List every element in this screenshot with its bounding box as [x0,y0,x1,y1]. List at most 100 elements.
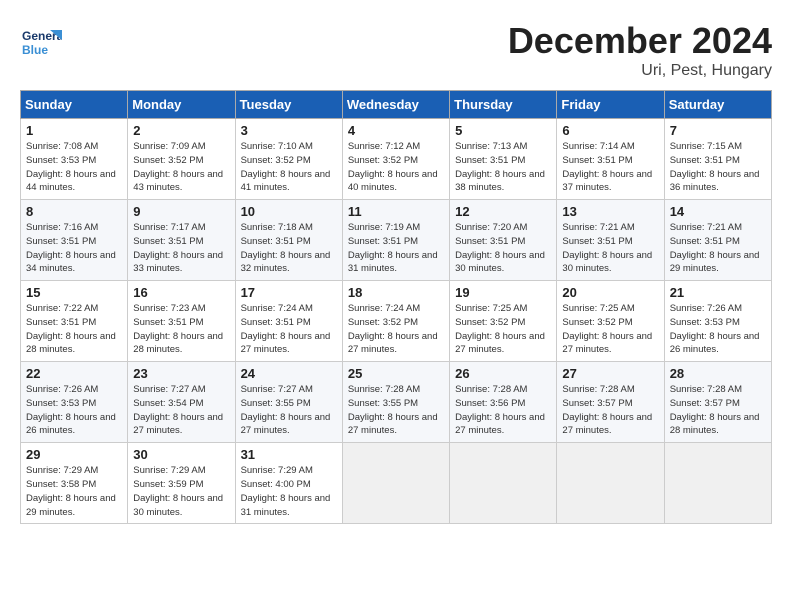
day-number: 29 [26,447,122,462]
day-number: 5 [455,123,551,138]
day-number: 12 [455,204,551,219]
calendar-cell: 25 Sunrise: 7:28 AM Sunset: 3:55 PM Dayli… [342,362,449,443]
day-number: 9 [133,204,229,219]
day-info: Sunrise: 7:14 AM Sunset: 3:51 PM Dayligh… [562,140,658,195]
day-info: Sunrise: 7:28 AM Sunset: 3:57 PM Dayligh… [562,383,658,438]
weekday-header-tuesday: Tuesday [235,91,342,119]
day-number: 13 [562,204,658,219]
day-number: 15 [26,285,122,300]
day-info: Sunrise: 7:26 AM Sunset: 3:53 PM Dayligh… [670,302,766,357]
day-info: Sunrise: 7:23 AM Sunset: 3:51 PM Dayligh… [133,302,229,357]
day-info: Sunrise: 7:13 AM Sunset: 3:51 PM Dayligh… [455,140,551,195]
calendar-cell: 20Sunrise: 7:25 AM Sunset: 3:52 PM Dayli… [557,281,664,362]
calendar-cell [342,443,449,524]
calendar-cell: 14 Sunrise: 7:21 AM Sunset: 3:51 PM Dayli… [664,200,771,281]
calendar-cell: 21 Sunrise: 7:26 AM Sunset: 3:53 PM Dayli… [664,281,771,362]
day-number: 6 [562,123,658,138]
calendar-week-2: 8 Sunrise: 7:16 AM Sunset: 3:51 PM Daylig… [21,200,772,281]
day-info: Sunrise: 7:24 AM Sunset: 3:52 PM Dayligh… [348,302,444,357]
day-number: 25 [348,366,444,381]
day-info: Sunrise: 7:28 AM Sunset: 3:55 PM Dayligh… [348,383,444,438]
weekday-header-saturday: Saturday [664,91,771,119]
day-info: Sunrise: 7:26 AM Sunset: 3:53 PM Dayligh… [26,383,122,438]
day-number: 10 [241,204,337,219]
calendar-cell: 6 Sunrise: 7:14 AM Sunset: 3:51 PM Daylig… [557,119,664,200]
day-number: 28 [670,366,766,381]
calendar-table: SundayMondayTuesdayWednesdayThursdayFrid… [20,90,772,524]
day-number: 1 [26,123,122,138]
day-number: 26 [455,366,551,381]
logo-icon: General Blue [20,20,60,60]
day-info: Sunrise: 7:08 AM Sunset: 3:53 PM Dayligh… [26,140,122,195]
day-info: Sunrise: 7:20 AM Sunset: 3:51 PM Dayligh… [455,221,551,276]
day-info: Sunrise: 7:25 AM Sunset: 3:52 PM Dayligh… [455,302,551,357]
day-info: Sunrise: 7:25 AM Sunset: 3:52 PM Dayligh… [562,302,658,357]
day-number: 18 [348,285,444,300]
calendar-cell: 23 Sunrise: 7:27 AM Sunset: 3:54 PM Dayli… [128,362,235,443]
calendar-cell: 19Sunrise: 7:25 AM Sunset: 3:52 PM Dayli… [450,281,557,362]
calendar-cell: 31Sunrise: 7:29 AM Sunset: 4:00 PM Dayli… [235,443,342,524]
day-info: Sunrise: 7:21 AM Sunset: 3:51 PM Dayligh… [670,221,766,276]
day-number: 7 [670,123,766,138]
day-info: Sunrise: 7:27 AM Sunset: 3:55 PM Dayligh… [241,383,337,438]
day-info: Sunrise: 7:15 AM Sunset: 3:51 PM Dayligh… [670,140,766,195]
weekday-header-thursday: Thursday [450,91,557,119]
calendar-cell: 27 Sunrise: 7:28 AM Sunset: 3:57 PM Dayli… [557,362,664,443]
calendar-cell: 5 Sunrise: 7:13 AM Sunset: 3:51 PM Daylig… [450,119,557,200]
weekday-header-wednesday: Wednesday [342,91,449,119]
day-info: Sunrise: 7:16 AM Sunset: 3:51 PM Dayligh… [26,221,122,276]
calendar-cell: 26 Sunrise: 7:28 AM Sunset: 3:56 PM Dayli… [450,362,557,443]
day-number: 21 [670,285,766,300]
day-info: Sunrise: 7:28 AM Sunset: 3:56 PM Dayligh… [455,383,551,438]
calendar-cell: 9Sunrise: 7:17 AM Sunset: 3:51 PM Daylig… [128,200,235,281]
calendar-cell: 22Sunrise: 7:26 AM Sunset: 3:53 PM Dayli… [21,362,128,443]
day-number: 14 [670,204,766,219]
calendar-cell: 1 Sunrise: 7:08 AM Sunset: 3:53 PM Daylig… [21,119,128,200]
calendar-body: 1 Sunrise: 7:08 AM Sunset: 3:53 PM Daylig… [21,119,772,524]
calendar-cell: 17Sunrise: 7:24 AM Sunset: 3:51 PM Dayli… [235,281,342,362]
day-number: 30 [133,447,229,462]
calendar-cell: 18 Sunrise: 7:24 AM Sunset: 3:52 PM Dayli… [342,281,449,362]
day-info: Sunrise: 7:29 AM Sunset: 3:59 PM Dayligh… [133,464,229,519]
weekday-header-friday: Friday [557,91,664,119]
calendar-week-5: 29 Sunrise: 7:29 AM Sunset: 3:58 PM Dayli… [21,443,772,524]
calendar-cell [664,443,771,524]
calendar-week-1: 1 Sunrise: 7:08 AM Sunset: 3:53 PM Daylig… [21,119,772,200]
calendar-cell: 12 Sunrise: 7:20 AM Sunset: 3:51 PM Dayli… [450,200,557,281]
day-number: 3 [241,123,337,138]
weekday-header-monday: Monday [128,91,235,119]
day-info: Sunrise: 7:09 AM Sunset: 3:52 PM Dayligh… [133,140,229,195]
calendar-cell: 10Sunrise: 7:18 AM Sunset: 3:51 PM Dayli… [235,200,342,281]
day-number: 24 [241,366,337,381]
title-area: December 2024 Uri, Pest, Hungary [508,20,772,80]
calendar-cell: 15 Sunrise: 7:22 AM Sunset: 3:51 PM Dayli… [21,281,128,362]
day-number: 27 [562,366,658,381]
calendar-cell: 8 Sunrise: 7:16 AM Sunset: 3:51 PM Daylig… [21,200,128,281]
calendar-cell: 13Sunrise: 7:21 AM Sunset: 3:51 PM Dayli… [557,200,664,281]
day-info: Sunrise: 7:22 AM Sunset: 3:51 PM Dayligh… [26,302,122,357]
day-number: 4 [348,123,444,138]
calendar-cell: 16 Sunrise: 7:23 AM Sunset: 3:51 PM Dayli… [128,281,235,362]
day-info: Sunrise: 7:29 AM Sunset: 3:58 PM Dayligh… [26,464,122,519]
day-number: 23 [133,366,229,381]
calendar-cell: 7 Sunrise: 7:15 AM Sunset: 3:51 PM Daylig… [664,119,771,200]
day-number: 8 [26,204,122,219]
weekday-header-row: SundayMondayTuesdayWednesdayThursdayFrid… [21,91,772,119]
location-title: Uri, Pest, Hungary [508,62,772,80]
day-number: 16 [133,285,229,300]
day-info: Sunrise: 7:27 AM Sunset: 3:54 PM Dayligh… [133,383,229,438]
weekday-header-sunday: Sunday [21,91,128,119]
calendar-cell: 24 Sunrise: 7:27 AM Sunset: 3:55 PM Dayli… [235,362,342,443]
calendar-cell: 2Sunrise: 7:09 AM Sunset: 3:52 PM Daylig… [128,119,235,200]
calendar-cell: 3 Sunrise: 7:10 AM Sunset: 3:52 PM Daylig… [235,119,342,200]
calendar-cell: 28 Sunrise: 7:28 AM Sunset: 3:57 PM Dayli… [664,362,771,443]
logo: General Blue [20,20,64,60]
month-title: December 2024 [508,20,772,62]
svg-text:Blue: Blue [22,43,48,57]
day-info: Sunrise: 7:28 AM Sunset: 3:57 PM Dayligh… [670,383,766,438]
day-number: 11 [348,204,444,219]
day-info: Sunrise: 7:10 AM Sunset: 3:52 PM Dayligh… [241,140,337,195]
day-info: Sunrise: 7:19 AM Sunset: 3:51 PM Dayligh… [348,221,444,276]
calendar-cell: 4Sunrise: 7:12 AM Sunset: 3:52 PM Daylig… [342,119,449,200]
page-header: General Blue December 2024 Uri, Pest, Hu… [20,20,772,80]
